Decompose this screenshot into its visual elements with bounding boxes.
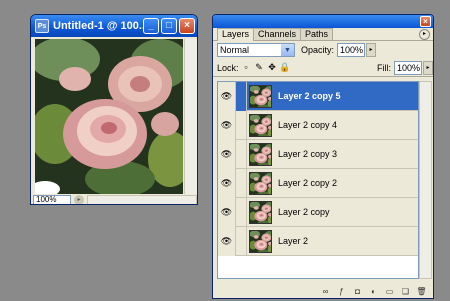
lock-label: Lock: — [217, 62, 239, 73]
layers-palette: × Layers Channels Paths ▸ Normal ▼ Opaci… — [212, 14, 434, 299]
lock-image-icon[interactable]: ✎ — [255, 63, 264, 72]
layer-thumbnail — [249, 171, 272, 195]
layer-link-cell[interactable] — [236, 197, 247, 227]
eye-icon[interactable]: 👁 — [218, 226, 236, 256]
eye-icon[interactable]: 👁 — [218, 139, 236, 169]
layer-row[interactable]: 👁 Layer 2 copy 3 — [218, 139, 418, 169]
lock-position-icon[interactable]: ✥ — [268, 63, 277, 72]
document-titlebar[interactable]: Ps Untitled-1 @ 100... _ □ × — [31, 15, 197, 37]
layer-link-cell[interactable] — [236, 110, 247, 140]
eye-icon[interactable]: 👁 — [218, 81, 236, 111]
lock-row: Lock: ▫ ✎ ✥ 🔒 Fill: 100% ▸ — [213, 59, 433, 77]
layer-name: Layer 2 copy 5 — [278, 91, 341, 101]
layer-row[interactable]: 👁 Layer 2 copy 5 — [218, 81, 418, 111]
layer-row[interactable]: 👁 Layer 2 copy — [218, 197, 418, 227]
document-horizontal-scrollbar[interactable] — [87, 194, 197, 204]
layer-name: Layer 2 copy 2 — [278, 178, 338, 188]
layer-link-cell[interactable] — [236, 226, 247, 256]
opacity-field[interactable]: 100% — [337, 43, 366, 57]
trash-icon[interactable]: 🗑 — [416, 286, 427, 297]
canvas-image — [35, 39, 183, 194]
document-canvas[interactable] — [35, 39, 183, 194]
layer-name: Layer 2 copy 4 — [278, 120, 338, 130]
layer-thumbnail — [249, 229, 272, 253]
eye-icon[interactable]: 👁 — [218, 110, 236, 140]
layer-row[interactable]: 👁 Layer 2 copy 4 — [218, 110, 418, 140]
palette-bottom-bar: ∞ ƒ ◘ ◐ ▭ ❏ 🗑 — [213, 283, 433, 298]
close-button[interactable]: × — [179, 18, 195, 34]
layers-list: 👁 Layer 2 copy 5 👁 Layer 2 copy 4 👁 Laye… — [217, 81, 419, 279]
layer-name: Layer 2 — [278, 236, 309, 246]
palette-close-button[interactable]: × — [420, 16, 431, 27]
new-layer-icon[interactable]: ❏ — [400, 286, 411, 297]
layer-link-cell[interactable] — [236, 168, 247, 198]
document-window[interactable]: Ps Untitled-1 @ 100... _ □ × 100% ▸ — [30, 14, 198, 205]
maximize-button[interactable]: □ — [161, 18, 177, 34]
opacity-slider-arrow-icon[interactable]: ▸ — [366, 43, 377, 57]
layers-scrollbar[interactable] — [419, 81, 432, 279]
zoom-level-field[interactable]: 100% — [33, 194, 71, 204]
layer-thumbnail — [249, 84, 272, 108]
blend-row: Normal ▼ Opacity: 100% ▸ — [213, 41, 433, 59]
opacity-label: Opacity: — [301, 45, 335, 55]
photoshop-icon: Ps — [35, 19, 49, 33]
fill-slider-arrow-icon[interactable]: ▸ — [423, 60, 433, 75]
document-title: Untitled-1 @ 100... — [53, 20, 143, 32]
minimize-button[interactable]: _ — [143, 18, 159, 34]
layer-name: Layer 2 copy — [278, 207, 330, 217]
blend-mode-select[interactable]: Normal ▼ — [217, 43, 295, 57]
new-group-icon[interactable]: ▭ — [384, 286, 395, 297]
adjustment-layer-icon[interactable]: ◐ — [368, 286, 379, 297]
blend-mode-value: Normal — [220, 45, 250, 55]
layer-thumbnail — [249, 142, 272, 166]
fill-field[interactable]: 100% — [394, 60, 422, 75]
status-menu-arrow-icon[interactable]: ▸ — [74, 194, 84, 204]
layer-link-cell[interactable] — [236, 139, 247, 169]
fill-label: Fill: — [377, 62, 391, 73]
link-layers-icon[interactable]: ∞ — [320, 286, 331, 297]
tab-layers[interactable]: Layers — [217, 28, 255, 41]
lock-transparency-icon[interactable]: ▫ — [242, 63, 251, 72]
eye-icon[interactable]: 👁 — [218, 168, 236, 198]
layer-link-cell[interactable] — [236, 81, 247, 111]
document-vertical-scrollbar[interactable] — [184, 39, 197, 194]
layer-thumbnail — [249, 113, 272, 137]
chevron-down-icon[interactable]: ▼ — [281, 44, 294, 56]
layer-style-icon[interactable]: ƒ — [336, 286, 347, 297]
layer-row[interactable]: 👁 Layer 2 copy 2 — [218, 168, 418, 198]
layer-thumbnail — [249, 200, 272, 224]
lock-all-icon[interactable]: 🔒 — [279, 63, 290, 72]
palette-titlebar[interactable]: × — [213, 15, 433, 28]
document-status-bar: 100% ▸ — [33, 194, 197, 204]
layer-name: Layer 2 copy 3 — [278, 149, 338, 159]
layer-mask-icon[interactable]: ◘ — [352, 286, 363, 297]
palette-menu-icon[interactable]: ▸ — [419, 29, 430, 40]
layer-row[interactable]: 👁 Layer 2 — [218, 226, 418, 256]
tab-channels[interactable]: Channels — [253, 28, 302, 40]
tab-paths[interactable]: Paths — [300, 28, 334, 40]
eye-icon[interactable]: 👁 — [218, 197, 236, 227]
palette-tabs: Layers Channels Paths ▸ — [213, 28, 433, 41]
